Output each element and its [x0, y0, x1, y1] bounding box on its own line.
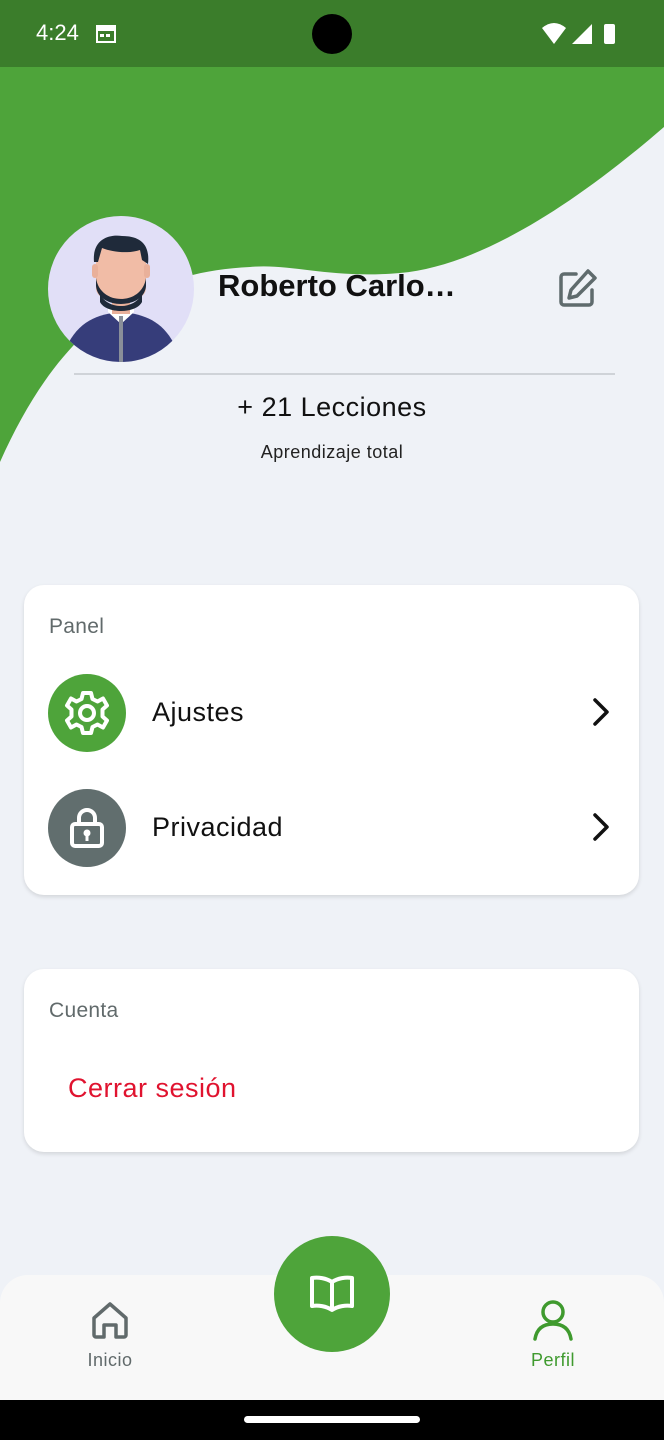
profile-divider	[74, 373, 615, 375]
lessons-subtitle: Aprendizaje total	[260, 442, 404, 462]
panel-title: Panel	[49, 615, 105, 638]
nav-item-inicio[interactable]: Inicio	[50, 1299, 170, 1371]
privacy-row[interactable]: Privacidad	[24, 779, 639, 875]
status-bar: 4:24	[0, 0, 664, 67]
nav-item-perfil[interactable]: Perfil	[493, 1299, 613, 1371]
settings-label: Ajustes	[152, 697, 245, 727]
home-icon	[92, 1302, 128, 1339]
panel-card: Panel Ajustes Privacidad	[24, 585, 639, 895]
privacy-icon-circle	[48, 789, 126, 867]
chevron-right-icon	[593, 698, 609, 726]
avatar	[48, 216, 194, 362]
chevron-right-icon	[593, 813, 609, 841]
lessons-count: + 21 Lecciones	[237, 392, 427, 422]
calendar-icon	[96, 25, 116, 43]
edit-profile-button[interactable]	[554, 266, 600, 312]
lessons-fab-button[interactable]	[274, 1236, 390, 1352]
battery-icon	[604, 24, 615, 44]
avatar-illustration	[66, 235, 176, 362]
lock-icon	[70, 808, 104, 848]
wifi-icon	[542, 23, 566, 44]
logout-button[interactable]: Cerrar sesión	[68, 1073, 237, 1104]
settings-row[interactable]: Ajustes	[24, 664, 639, 760]
camera-cutout	[312, 14, 352, 54]
edit-icon	[559, 269, 597, 307]
gesture-navigation-bar	[0, 1400, 664, 1440]
system-status-icons	[542, 23, 615, 44]
nav-label-inicio: Inicio	[87, 1350, 133, 1370]
gear-icon	[65, 691, 109, 735]
privacy-label: Privacidad	[152, 812, 284, 842]
nav-label-perfil: Perfil	[530, 1350, 575, 1370]
book-icon	[310, 1275, 354, 1312]
account-title: Cuenta	[49, 999, 119, 1022]
status-time: 4:24	[36, 20, 79, 45]
gesture-handle[interactable]	[244, 1416, 420, 1423]
account-card: Cuenta Cerrar sesión	[24, 969, 639, 1152]
profile-name: Roberto Carlo…	[218, 268, 456, 303]
person-icon	[533, 1300, 573, 1341]
signal-icon	[572, 24, 592, 44]
settings-icon-circle	[48, 674, 126, 752]
